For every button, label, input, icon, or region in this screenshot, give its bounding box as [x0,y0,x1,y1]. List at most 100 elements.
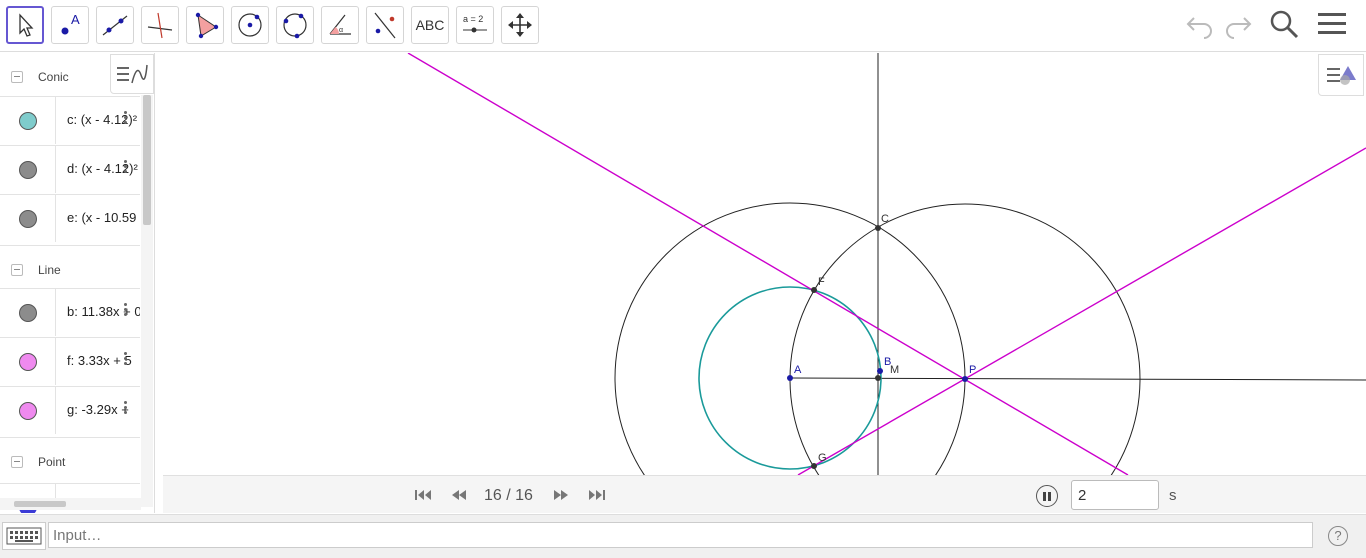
object-definition[interactable]: f: 3.33x + 5 [67,353,140,368]
algebra-row-e[interactable]: e: (x - 10.59 [0,194,140,242]
more-options-icon[interactable] [122,301,128,321]
point-f[interactable] [811,287,817,293]
reflect-tool[interactable] [366,6,404,44]
label-c: C [881,213,889,225]
polygon-tool[interactable] [186,6,224,44]
group-header-line[interactable]: Line [0,245,140,294]
label-a: A [794,364,802,376]
object-definition[interactable]: b: 11.38x + 0 [67,304,140,319]
construction-canvas[interactable]: A B C F G M P [163,53,1366,475]
algebra-vertical-scrollbar[interactable] [141,95,153,507]
algebra-graphics-icon [117,64,148,84]
play-speed-input[interactable] [1071,480,1159,510]
more-options-icon[interactable] [122,109,128,129]
cursor-arrow-icon [19,13,34,37]
collapse-icon[interactable] [11,456,23,468]
visibility-toggle-icon[interactable] [18,303,37,322]
more-options-icon[interactable] [122,158,128,178]
menu-icon [1318,13,1346,34]
toolbar: A α ABC a = 2 [0,0,1366,52]
circle-three-points-icon [283,13,307,39]
point-icon: A [61,12,80,35]
point-g[interactable] [811,463,817,469]
point-a[interactable] [787,375,793,381]
last-step-icon[interactable] [588,488,606,502]
collapse-icon[interactable] [11,264,23,276]
point-tool[interactable]: A [51,6,89,44]
construction-protocol-navigation: 16 / 16 s [163,475,1366,513]
point-b[interactable] [877,368,883,374]
pause-icon [1043,491,1046,501]
redo-icon [1226,17,1252,39]
line-f[interactable] [407,53,1129,475]
style-bar-icon [1327,66,1356,85]
point-p[interactable] [962,376,968,382]
move-tool[interactable] [6,6,44,44]
line-tool[interactable] [96,6,134,44]
group-title: Line [38,263,61,277]
move-graphics-tool[interactable] [501,6,539,44]
group-header-point[interactable]: Point [0,437,140,486]
line-icon [102,15,128,36]
move-arrows-icon [508,13,532,37]
collapse-icon[interactable] [11,71,23,83]
algebra-row-b[interactable]: b: 11.38x + 0 [0,288,140,336]
next-step-icon[interactable] [552,488,570,502]
graphics-view[interactable]: A B C F G M P [163,53,1366,475]
visibility-toggle-icon[interactable] [18,111,37,130]
circle-three-points-tool[interactable] [276,6,314,44]
angle-icon: α [329,14,351,35]
undo-icon [1186,17,1212,39]
algebra-row-g[interactable]: g: -3.29x + [0,386,140,434]
group-title: Conic [38,70,69,84]
visibility-toggle-icon[interactable] [18,401,37,420]
visibility-toggle-icon[interactable] [18,160,37,179]
redo-button[interactable] [1222,8,1254,45]
point-m[interactable] [875,375,881,381]
visibility-toggle-icon[interactable] [18,209,37,228]
algebra-toggle-button[interactable] [110,54,154,94]
graphics-style-button[interactable] [1318,54,1364,96]
menu-button[interactable] [1316,8,1348,45]
svg-text:A: A [71,12,80,27]
algebra-row-d[interactable]: d: (x - 4.12)² [0,145,140,193]
more-options-icon[interactable] [122,350,128,370]
search-icon [1270,10,1299,39]
svg-text:a = 2: a = 2 [463,14,483,24]
more-options-icon[interactable] [122,399,128,419]
slider-tool[interactable]: a = 2 [456,6,494,44]
keyboard-button[interactable] [2,522,46,550]
angle-tool[interactable]: α [321,6,359,44]
object-definition[interactable]: e: (x - 10.59 [67,210,140,225]
object-definition[interactable]: g: -3.29x + [67,402,140,417]
algebra-row-c[interactable]: c: (x - 4.12)² [0,96,140,144]
first-step-icon[interactable] [414,488,432,502]
algebra-row-f[interactable]: f: 3.33x + 5 [0,337,140,385]
search-button[interactable] [1268,8,1300,45]
circle-e[interactable] [789,203,1141,475]
circle-center-icon [238,13,262,37]
point-c[interactable] [875,225,881,231]
help-button[interactable]: ? [1328,526,1348,546]
object-definition[interactable]: d: (x - 4.12)² [67,161,140,176]
visibility-toggle-icon[interactable] [18,352,37,371]
label-p: P [969,364,976,376]
undo-button[interactable] [1184,8,1216,45]
label-g: G [818,452,827,464]
previous-step-icon[interactable] [450,488,468,502]
algebra-input-field[interactable] [48,522,1313,548]
perpendicular-line-tool[interactable] [141,6,179,44]
text-tool[interactable]: ABC [411,6,449,44]
algebra-horizontal-scrollbar[interactable] [0,498,141,510]
line-g[interactable] [797,147,1366,475]
keyboard-icon [6,527,42,545]
pause-button[interactable] [1036,485,1058,507]
reflect-icon [374,12,396,39]
group-title: Point [38,455,66,469]
perpendicular-icon [147,12,173,39]
object-definition[interactable]: c: (x - 4.12)² [67,112,140,127]
speed-unit-label: s [1169,487,1177,504]
circle-center-point-tool[interactable] [231,6,269,44]
circle-d[interactable] [614,202,966,475]
label-m: M [890,364,899,376]
